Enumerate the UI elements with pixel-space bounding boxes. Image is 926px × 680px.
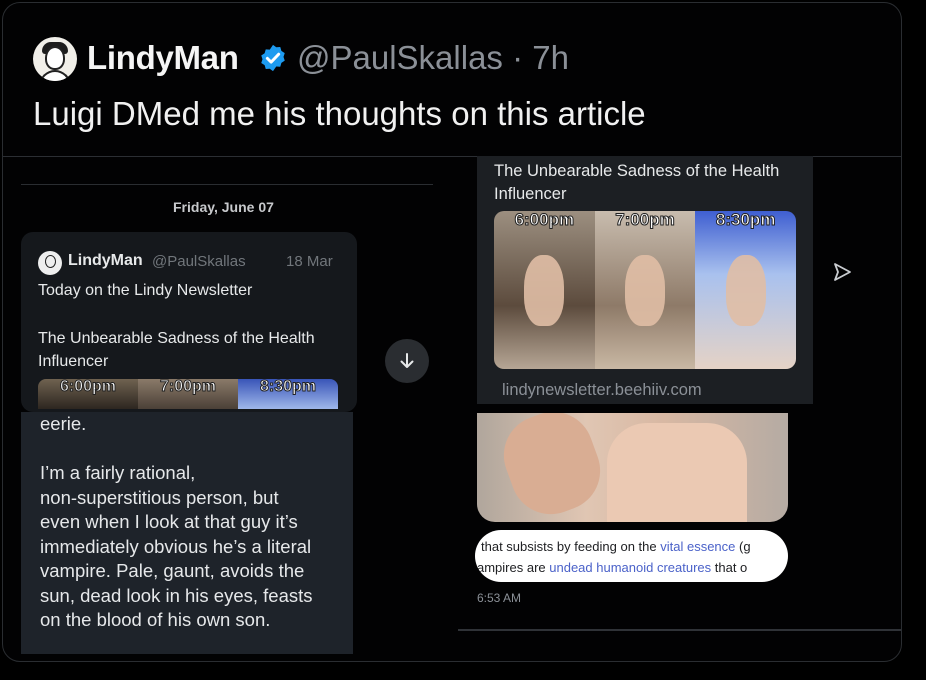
text-snippet-image[interactable]: that subsists by feeding on the vital es… [475, 530, 788, 582]
image-label: 8:30pm [259, 379, 317, 396]
image-label: 6:00pm [59, 379, 117, 396]
shared-post-name: LindyMan [68, 252, 143, 269]
message-timestamp: 6:53 AM [477, 591, 522, 605]
post-text: Luigi DMed me his thoughts on this artic… [33, 95, 646, 132]
display-name[interactable]: LindyMan [87, 39, 239, 77]
link-preview-domain[interactable]: lindynewsletter.beehiiv.com [502, 381, 702, 400]
verified-badge-icon [261, 44, 285, 72]
shared-photo[interactable] [477, 413, 788, 522]
link-preview-card[interactable]: The Unbearable Sadness of the Health Inf… [477, 156, 813, 404]
screenshot-frame: LindyMan @PaulSkallas · 7h Luigi DMed me… [0, 0, 926, 680]
link-preview-image: 6:00pm 7:00pm 8:30pm [494, 211, 796, 369]
shared-post-handle: @PaulSkallas [152, 253, 246, 270]
snippet-link: undead humanoid creatures [549, 560, 712, 575]
shared-post-card[interactable]: LindyMan @PaulSkallas 18 Mar Today on th… [21, 232, 357, 412]
image-label: 6:00pm [514, 211, 575, 230]
shared-post-avatar [38, 251, 62, 275]
scroll-down-button[interactable] [385, 339, 429, 383]
dm-message-text: eerie. I’m a fairly rational, non-supers… [40, 413, 313, 630]
shared-article-title: The Unbearable Sadness of the Health Inf… [38, 330, 315, 370]
handle-and-time[interactable]: @PaulSkallas · 7h [297, 39, 569, 77]
snippet-link: vital essence [660, 539, 736, 554]
divider [21, 184, 433, 185]
link-preview-title: The Unbearable Sadness of the Health Inf… [494, 162, 780, 203]
avatar[interactable] [33, 37, 77, 81]
image-label: 7:00pm [615, 211, 676, 230]
shared-post-body: Today on the Lindy Newsletter [38, 282, 253, 299]
shared-post-time: 18 Mar [286, 253, 333, 270]
post-card[interactable]: LindyMan @PaulSkallas · 7h Luigi DMed me… [2, 2, 902, 662]
dm-message-bubble: eerie. I’m a fairly rational, non-supers… [21, 412, 353, 654]
send-icon[interactable] [831, 261, 853, 283]
dm-date-label: Friday, June 07 [173, 199, 274, 215]
arrow-down-icon [400, 353, 414, 368]
image-label: 7:00pm [159, 379, 217, 396]
image-label: 8:30pm [715, 211, 776, 230]
divider [458, 629, 901, 631]
shared-article-image: 6:00pm 7:00pm 8:30pm [38, 379, 338, 409]
